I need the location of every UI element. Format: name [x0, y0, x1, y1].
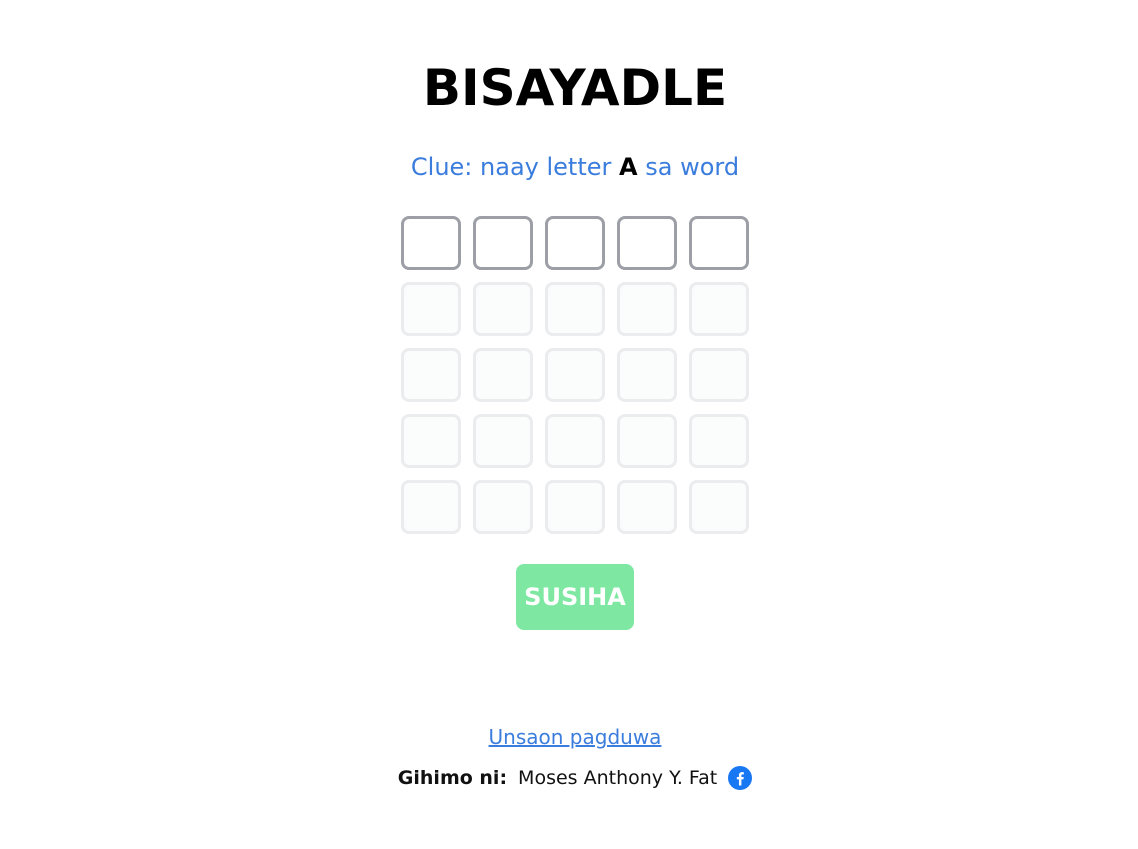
letter-cell: [689, 414, 749, 468]
how-to-play: Unsaon pagduwa: [0, 723, 1138, 751]
letter-cell[interactable]: [545, 216, 605, 270]
letter-cell: [401, 414, 461, 468]
author-name: Moses Anthony Y. Fat: [518, 767, 718, 789]
how-to-play-link[interactable]: Unsaon pagduwa: [489, 725, 662, 749]
made-by-label: Gihimo ni:: [397, 767, 508, 789]
letter-cell: [545, 480, 605, 534]
clue-suffix: sa word: [645, 153, 740, 181]
guess-row-5: [401, 480, 749, 534]
letter-cell[interactable]: [401, 216, 461, 270]
letter-cell: [473, 414, 533, 468]
letter-cell: [545, 348, 605, 402]
letter-cell: [473, 480, 533, 534]
clue-prefix: Clue: naay letter: [410, 153, 612, 181]
facebook-icon[interactable]: [728, 766, 753, 790]
letter-cell: [473, 348, 533, 402]
page-title: BISAYADLE: [422, 59, 728, 117]
letter-cell[interactable]: [617, 216, 677, 270]
letter-cell: [617, 282, 677, 336]
letter-cell: [545, 282, 605, 336]
letter-cell: [545, 414, 605, 468]
letter-cell: [689, 348, 749, 402]
facebook-icon-graphic: [728, 766, 753, 790]
clue-text: Clue: naay letter A sa word: [0, 150, 1138, 184]
letter-cell: [617, 480, 677, 534]
clue-letter: A: [619, 153, 638, 181]
letter-cell[interactable]: [473, 216, 533, 270]
letter-cell: [401, 348, 461, 402]
letter-cell[interactable]: [689, 216, 749, 270]
game-page: BISAYADLE Clue: naay letter A sa word SU…: [0, 0, 1138, 849]
letter-cell: [473, 282, 533, 336]
letter-cell: [617, 348, 677, 402]
guess-row-4: [401, 414, 749, 468]
letter-cell: [401, 480, 461, 534]
submit-button[interactable]: SUSIHA: [516, 564, 634, 630]
letter-cell: [617, 414, 677, 468]
letter-cell: [689, 282, 749, 336]
guess-board: [401, 216, 749, 546]
guess-row-2: [401, 282, 749, 336]
guess-row-1: [401, 216, 749, 270]
letter-cell: [401, 282, 461, 336]
credit-line: Gihimo ni: Moses Anthony Y. Fat: [0, 764, 1138, 792]
letter-cell: [689, 480, 749, 534]
guess-row-3: [401, 348, 749, 402]
